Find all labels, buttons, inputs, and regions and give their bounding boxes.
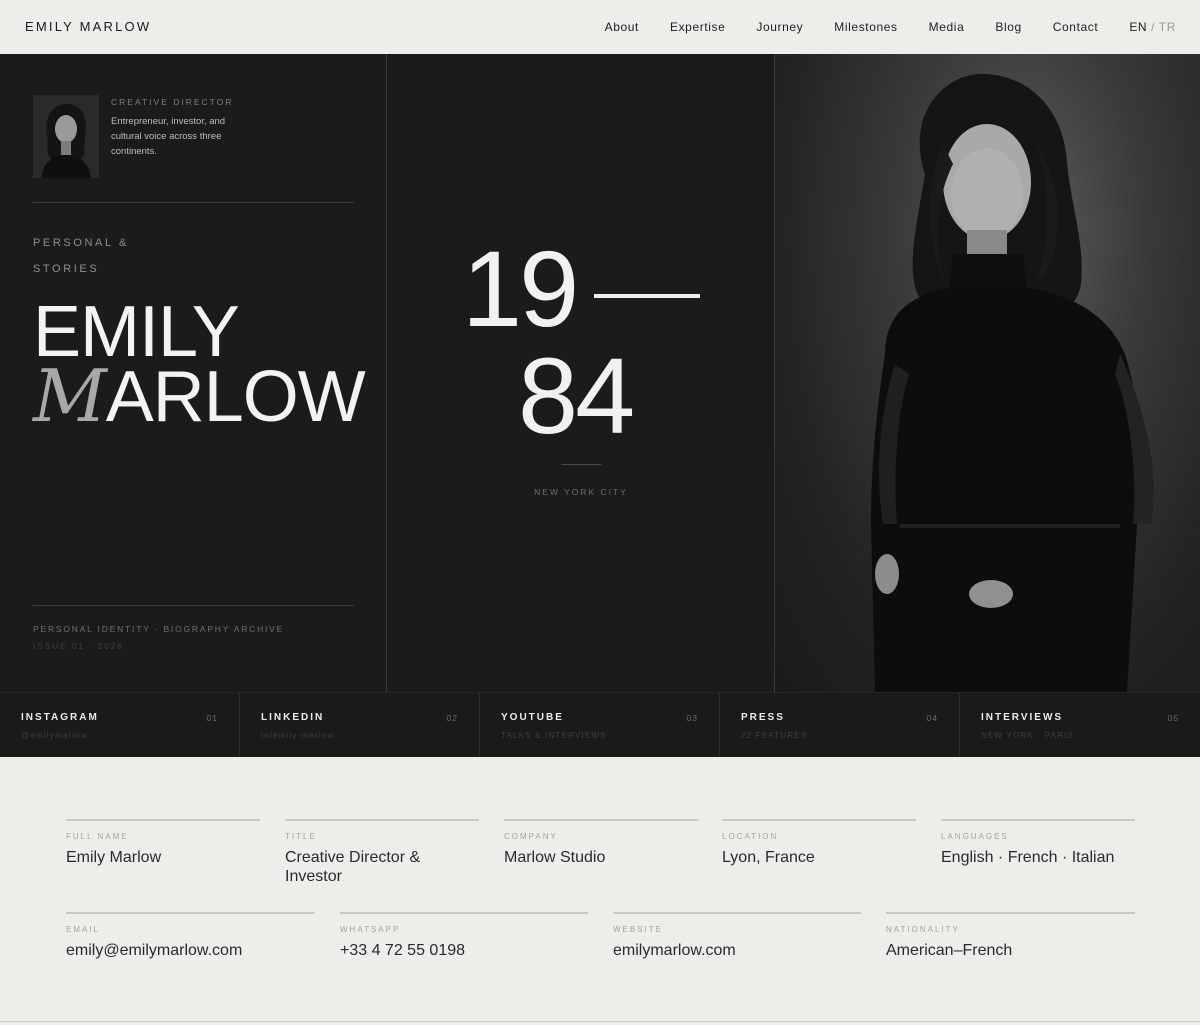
footer-divider bbox=[0, 1021, 1200, 1022]
whatsapp-link[interactable]: +33 4 72 55 0198 bbox=[340, 941, 588, 960]
lang-separator: / bbox=[1151, 20, 1156, 34]
social-handle: TALKS & INTERVIEWS bbox=[501, 731, 607, 740]
hero-section: CREATIVE DIRECTOR Entrepreneur, investor… bbox=[0, 54, 1200, 692]
social-name: LINKEDIN bbox=[261, 712, 325, 723]
field-value: American–French bbox=[886, 942, 1013, 959]
birth-year-bottom: 84 bbox=[518, 335, 635, 456]
field-label: NATIONALITY bbox=[886, 925, 960, 934]
social-index: 05 bbox=[1167, 713, 1179, 723]
info-location: LOCATION Lyon, France bbox=[722, 819, 916, 867]
website-link[interactable]: emilymarlow.com bbox=[613, 941, 861, 960]
section-kicker: PERSONAL & STORIES bbox=[33, 230, 129, 282]
archive-label: PERSONAL IDENTITY · BIOGRAPHY ARCHIVE bbox=[33, 624, 285, 634]
info-whatsapp: WHATSAPP +33 4 72 55 0198 bbox=[340, 912, 588, 960]
field-value: Lyon, France bbox=[722, 849, 815, 866]
divider bbox=[33, 202, 354, 203]
info-full-name: FULL NAME Emily Marlow bbox=[66, 819, 260, 867]
portrait-photo bbox=[775, 54, 1200, 692]
nav-link-expertise[interactable]: Expertise bbox=[670, 20, 725, 34]
social-handle: 22 FEATURES bbox=[741, 731, 808, 740]
divider bbox=[561, 464, 601, 465]
birth-year-top: 19 bbox=[462, 228, 579, 349]
role-description: Entrepreneur, investor, and cultural voi… bbox=[111, 116, 226, 157]
social-link-linkedin[interactable]: LINKEDIN 02 in/emily-marlow bbox=[240, 693, 480, 757]
social-handle: in/emily-marlow bbox=[261, 731, 335, 740]
personal-info-section: FULL NAME Emily Marlow TITLE Creative Di… bbox=[0, 757, 1200, 1025]
info-languages: LANGUAGES English · French · Italian bbox=[941, 819, 1135, 867]
field-value: English · French · Italian bbox=[941, 849, 1115, 866]
social-name: PRESS bbox=[741, 712, 785, 723]
kicker-line-2: STORIES bbox=[33, 263, 100, 275]
year-dash bbox=[594, 294, 700, 298]
social-name: INSTAGRAM bbox=[21, 712, 99, 723]
field-label: LOCATION bbox=[722, 832, 779, 841]
field-label: WHATSAPP bbox=[340, 925, 401, 934]
field-value: Marlow Studio bbox=[504, 849, 606, 866]
lang-tr-option[interactable]: TR bbox=[1159, 20, 1176, 34]
divider bbox=[33, 605, 354, 606]
social-links-strip: INSTAGRAM 01 @emilymarlow LINKEDIN 02 in… bbox=[0, 692, 1200, 757]
hero-name-heading: EMILY MARLOW bbox=[33, 296, 366, 433]
field-label: TITLE bbox=[285, 832, 317, 841]
social-index: 01 bbox=[206, 713, 218, 723]
social-handle: @emilymarlow bbox=[21, 731, 88, 740]
main-nav: About Expertise Journey Milestones Media… bbox=[605, 20, 1176, 34]
field-label: LANGUAGES bbox=[941, 832, 1009, 841]
social-link-interviews[interactable]: INTERVIEWS 05 NEW YORK · PARIS bbox=[960, 693, 1200, 757]
field-label: EMAIL bbox=[66, 925, 101, 934]
hero-last-name: MARLOW bbox=[33, 360, 366, 433]
nav-link-milestones[interactable]: Milestones bbox=[834, 20, 897, 34]
field-label: COMPANY bbox=[504, 832, 558, 841]
nav-link-media[interactable]: Media bbox=[929, 20, 965, 34]
social-link-youtube[interactable]: YOUTUBE 03 TALKS & INTERVIEWS bbox=[480, 693, 720, 757]
role-label: CREATIVE DIRECTOR bbox=[111, 97, 234, 107]
social-handle: NEW YORK · PARIS bbox=[981, 731, 1075, 740]
field-value: Emily Marlow bbox=[66, 849, 162, 866]
hero-year-column: 19 84 NEW YORK CITY bbox=[387, 54, 775, 692]
birth-city: NEW YORK CITY bbox=[534, 487, 628, 497]
nav-link-contact[interactable]: Contact bbox=[1053, 20, 1099, 34]
social-index: 02 bbox=[446, 713, 458, 723]
field-value: Creative Director & Investor bbox=[285, 849, 421, 885]
hero-left-column: CREATIVE DIRECTOR Entrepreneur, investor… bbox=[0, 54, 387, 692]
social-name: INTERVIEWS bbox=[981, 712, 1064, 723]
info-title: TITLE Creative Director & Investor bbox=[285, 819, 479, 886]
info-company: COMPANY Marlow Studio bbox=[504, 819, 698, 867]
info-nationality: NATIONALITY American–French bbox=[886, 912, 1135, 960]
hero-last-name-rest: ARLOW bbox=[105, 357, 366, 437]
field-label: FULL NAME bbox=[66, 832, 129, 841]
hero-last-name-initial: M bbox=[33, 354, 107, 438]
issue-label: ISSUE 01 · 2026 bbox=[33, 641, 124, 651]
social-index: 04 bbox=[926, 713, 938, 723]
lang-en-option[interactable]: EN bbox=[1129, 20, 1147, 34]
kicker-line-1: PERSONAL & bbox=[33, 237, 129, 249]
language-switcher: EN / TR bbox=[1129, 20, 1176, 34]
field-label: WEBSITE bbox=[613, 925, 664, 934]
email-link[interactable]: emily@emilymarlow.com bbox=[66, 941, 315, 960]
info-website: WEBSITE emilymarlow.com bbox=[613, 912, 861, 960]
nav-link-blog[interactable]: Blog bbox=[995, 20, 1021, 34]
nav-link-journey[interactable]: Journey bbox=[756, 20, 803, 34]
nav-link-about[interactable]: About bbox=[605, 20, 639, 34]
brand-logo[interactable]: EMILY MARLOW bbox=[25, 19, 151, 34]
social-link-press[interactable]: PRESS 04 22 FEATURES bbox=[720, 693, 960, 757]
profile-thumbnail bbox=[33, 95, 99, 178]
social-index: 03 bbox=[686, 713, 698, 723]
social-link-instagram[interactable]: INSTAGRAM 01 @emilymarlow bbox=[0, 693, 240, 757]
top-navigation-bar: EMILY MARLOW About Expertise Journey Mil… bbox=[0, 0, 1200, 54]
info-email: EMAIL emily@emilymarlow.com bbox=[66, 912, 315, 960]
social-name: YOUTUBE bbox=[501, 712, 564, 723]
